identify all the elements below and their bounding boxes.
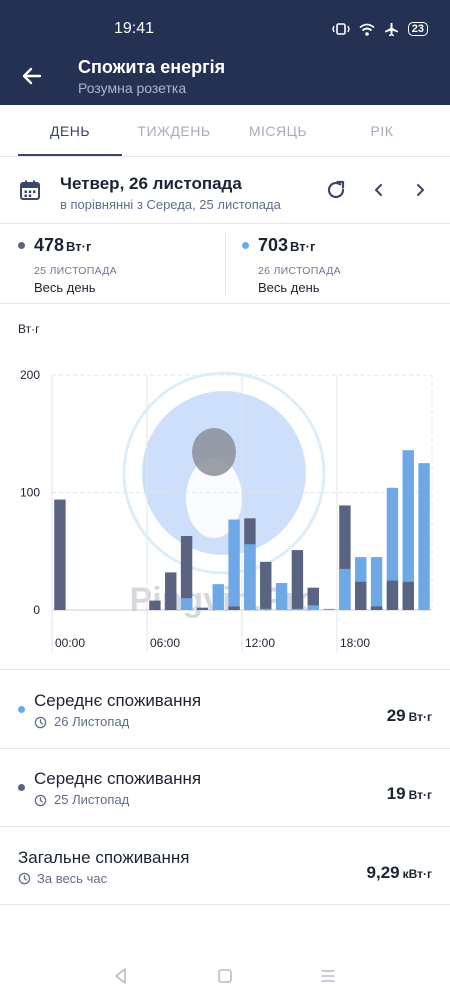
tab-day[interactable]: ДЕНЬ bbox=[18, 105, 122, 157]
consumption-chart: Pingvin.Pro 200 100 0 00:00 06:00 12:00 18:00 bbox=[20, 368, 433, 652]
avg-previous-row: Середнє споживання 25 Листопад 19 Вт·г bbox=[0, 749, 450, 827]
totals-panel: 478 Вт·г 25 ЛИСТОПАДА Весь день 703 Вт·г 2… bbox=[0, 224, 450, 304]
battery-icon: 23 bbox=[407, 22, 428, 36]
total-period: Весь день bbox=[258, 280, 320, 295]
legend-dot-previous bbox=[18, 784, 25, 791]
bar-previous bbox=[370, 606, 383, 610]
y-tick-label: 200 bbox=[20, 368, 40, 382]
bar-current bbox=[244, 544, 256, 610]
tab-indicator bbox=[18, 154, 122, 156]
refresh-button[interactable] bbox=[324, 178, 348, 202]
summary-unit: кВт·г bbox=[402, 867, 432, 881]
bar-current bbox=[275, 582, 288, 610]
summary-value: 29 Вт·г bbox=[386, 706, 432, 725]
selected-date: Четвер, 26 листопада bbox=[60, 174, 242, 193]
total-previous: 478 Вт·г 25 ЛИСТОПАДА Весь день bbox=[0, 224, 200, 304]
legend-dot-current bbox=[242, 242, 249, 249]
tab-week[interactable]: ТИЖДЕНЬ bbox=[122, 105, 226, 157]
summary-date: 25 Листопад bbox=[54, 792, 130, 807]
bar-previous bbox=[402, 581, 414, 610]
bar-current bbox=[307, 605, 319, 610]
y-tick-label: 0 bbox=[33, 603, 40, 617]
back-button[interactable] bbox=[18, 62, 46, 90]
bar-previous bbox=[54, 499, 66, 610]
summary-unit: Вт·г bbox=[408, 710, 432, 724]
status-icons: 23 bbox=[332, 20, 428, 38]
airplane-icon bbox=[384, 22, 398, 36]
vibrate-icon bbox=[332, 23, 350, 35]
clock-icon bbox=[34, 716, 47, 729]
bar-current bbox=[323, 608, 335, 610]
chart-unit-label: Вт·г bbox=[18, 322, 40, 336]
total-date: 26 ЛИСТОПАДА bbox=[258, 265, 341, 277]
bar-previous bbox=[260, 561, 272, 610]
wifi-icon bbox=[359, 23, 375, 36]
nav-menu-button[interactable] bbox=[317, 965, 339, 987]
total-value: 703 Вт·г bbox=[258, 235, 316, 255]
legend-dot-current bbox=[18, 706, 25, 713]
total-consumption-row: Загальне споживання За весь час 9,29 кВт·… bbox=[0, 827, 450, 905]
bar-previous bbox=[196, 607, 209, 610]
avg-current-row: Середнє споживання 26 Листопад 29 Вт·г bbox=[0, 671, 450, 749]
nav-home-button[interactable] bbox=[214, 965, 236, 987]
summary-title: Середнє споживання bbox=[34, 769, 202, 788]
app-header: 19:41 23 Спожита енергія Розумна розетка bbox=[0, 0, 450, 105]
bar-previous bbox=[165, 572, 177, 610]
status-time: 19:41 bbox=[114, 20, 155, 37]
date-selector: Четвер, 26 листопада в порівнянні з Сере… bbox=[0, 158, 450, 224]
total-value: 478 Вт·г bbox=[34, 235, 92, 255]
summary-title: Середнє споживання bbox=[34, 691, 202, 710]
next-date-button[interactable] bbox=[411, 180, 429, 200]
bar-current bbox=[212, 584, 224, 610]
bar-current bbox=[180, 598, 193, 610]
x-tick-label: 12:00 bbox=[245, 636, 275, 650]
watermark-text: Pingvin.Pro bbox=[130, 581, 319, 619]
total-current: 703 Вт·г 26 ЛИСТОПАДА Весь день bbox=[226, 224, 426, 304]
x-tick-label: 00:00 bbox=[55, 636, 85, 650]
legend-dot-previous bbox=[18, 242, 25, 249]
bar-current bbox=[291, 608, 304, 610]
y-tick-label: 100 bbox=[20, 486, 40, 500]
page-subtitle: Розумна розетка bbox=[78, 80, 187, 96]
summary-title: Загальне споживання bbox=[18, 848, 190, 867]
x-tick-label: 06:00 bbox=[150, 636, 180, 650]
prev-date-button[interactable] bbox=[370, 180, 388, 200]
bar-current bbox=[339, 568, 351, 610]
bar-previous bbox=[149, 600, 161, 610]
total-unit: Вт·г bbox=[290, 239, 316, 254]
x-tick-label: 18:00 bbox=[340, 636, 370, 650]
page-title: Спожита енергія bbox=[78, 57, 226, 77]
total-period: Весь день bbox=[34, 280, 96, 295]
nav-back-button[interactable] bbox=[110, 965, 132, 987]
bar-previous bbox=[228, 606, 240, 610]
clock-icon bbox=[34, 794, 47, 807]
total-unit: Вт·г bbox=[66, 239, 92, 254]
summary-date: За весь час bbox=[37, 871, 108, 886]
summary-date: 26 Листопад bbox=[54, 714, 130, 729]
summary-value: 9,29 кВт·г bbox=[366, 863, 432, 882]
period-tabs: ДЕНЬ ТИЖДЕНЬ МІСЯЦЬ РІК bbox=[0, 105, 450, 157]
bar-previous bbox=[291, 550, 304, 610]
system-nav-bar bbox=[0, 950, 450, 1000]
bar-current bbox=[418, 463, 430, 610]
calendar-icon[interactable] bbox=[18, 178, 42, 202]
summary-unit: Вт·г bbox=[408, 788, 432, 802]
tab-year[interactable]: РІК bbox=[330, 105, 434, 157]
bar-previous bbox=[355, 581, 367, 610]
compare-date: в порівнянні з Середа, 25 листопада bbox=[60, 197, 281, 212]
bar-current bbox=[228, 519, 240, 610]
summary-value: 19 Вт·г bbox=[386, 784, 432, 803]
bar-current bbox=[260, 608, 272, 610]
bar-current bbox=[370, 557, 383, 610]
tab-month[interactable]: МІСЯЦЬ bbox=[226, 105, 330, 157]
total-date: 25 ЛИСТОПАДА bbox=[34, 265, 117, 277]
bar-previous bbox=[386, 580, 399, 610]
clock-icon bbox=[18, 872, 31, 885]
